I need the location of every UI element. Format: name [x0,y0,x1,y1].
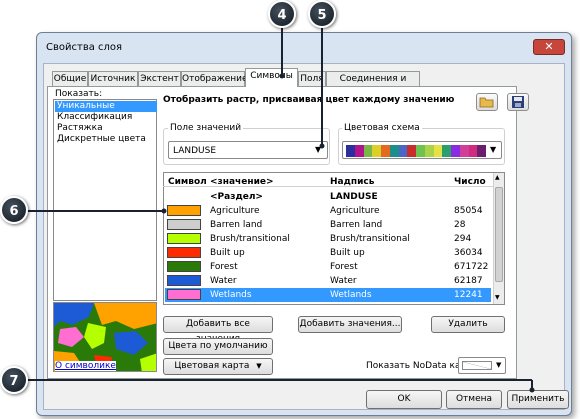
callout-7: 7 [0,366,28,394]
callout-leader-lines [26,26,535,393]
callout-4: 4 [268,0,296,28]
callout-6: 6 [0,196,28,224]
callout-5: 5 [308,0,336,28]
